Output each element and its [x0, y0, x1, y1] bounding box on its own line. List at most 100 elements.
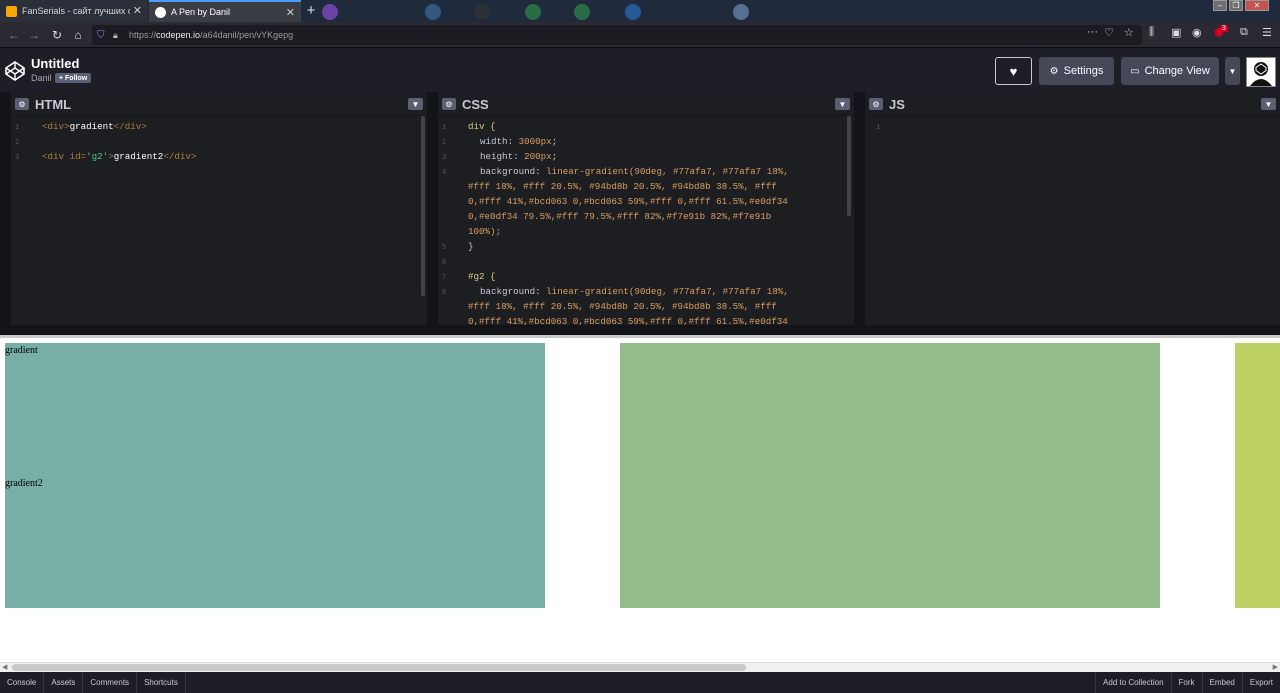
html-code-editor[interactable]: 1 2 3 <div>gradient</div> <div id='g2'>g… [11, 116, 427, 325]
back-arrow-icon[interactable]: ← [6, 27, 22, 43]
code-line: background: linear-gradient(90deg, #77af… [480, 286, 789, 297]
chevron-down-icon[interactable]: ▼ [1261, 98, 1276, 110]
shortcuts-button[interactable]: Shortcuts [137, 672, 186, 693]
line-number: 8 [442, 288, 447, 296]
change-view-button[interactable]: ▭ Change View [1121, 57, 1219, 85]
line-number: 3 [442, 153, 447, 161]
css-settings-icon[interactable]: ⚙ [442, 98, 456, 110]
scroll-right-icon[interactable]: ▶ [1273, 663, 1278, 671]
layout-icon: ▭ [1130, 65, 1140, 77]
browser-tab-codepen[interactable]: A Pen by Danil ✕ [149, 0, 301, 22]
line-number: 2 [15, 138, 20, 146]
js-editor-pane: ⚙ JS ▼ 1 [865, 92, 1280, 325]
code-line: #g2 { [468, 271, 496, 282]
line-number: 7 [442, 273, 447, 281]
embed-button[interactable]: Embed [1201, 672, 1242, 693]
code-line: width: 3000px; [480, 136, 558, 147]
chevron-down-icon[interactable]: ▼ [408, 98, 423, 110]
maximize-window-icon[interactable]: ❐ [1229, 0, 1243, 11]
codepen-footer: Console Assets Comments Shortcuts Add to… [0, 672, 1280, 693]
comments-button[interactable]: Comments [83, 672, 138, 693]
code-line: 0,#e0df34 79.5%,#fff 79.5%,#fff 82%,#f7e… [468, 211, 772, 222]
forward-arrow-icon[interactable]: → [26, 27, 42, 43]
desktop-icon [474, 4, 490, 20]
pen-title[interactable]: Untitled [31, 56, 79, 71]
code-line: div { [468, 121, 496, 132]
horizontal-scrollbar[interactable]: ◀ ▶ [0, 662, 1280, 672]
fork-button[interactable]: Fork [1170, 672, 1202, 693]
html-pane-title: HTML [35, 97, 72, 112]
add-to-collection-button[interactable]: Add to Collection [1095, 672, 1170, 693]
tab-title: FanSerials - сайт лучших сери [22, 6, 130, 16]
home-icon[interactable]: ⌂ [70, 27, 86, 43]
lock-icon[interactable]: 🔒︎ [113, 30, 125, 41]
code-line: height: 200px; [480, 151, 558, 162]
desktop-icon [525, 4, 541, 20]
editor-resize-handle[interactable] [0, 325, 1280, 335]
follow-button[interactable]: + Follow [55, 73, 92, 83]
codepen-logo-icon[interactable] [5, 61, 25, 81]
css-pane-header: ⚙ CSS ▼ [438, 92, 854, 116]
line-number: 2 [442, 138, 447, 146]
library-icon[interactable]: ⫼ [1149, 26, 1154, 39]
fanserials-favicon-icon [6, 5, 17, 17]
line-number: 5 [442, 243, 447, 251]
js-code-editor[interactable]: 1 [865, 116, 1280, 325]
settings-button[interactable]: ⚙ Settings [1039, 57, 1114, 85]
console-button[interactable]: Console [0, 672, 45, 693]
page-actions-icon[interactable]: ··· [1087, 26, 1098, 38]
code-line: <div>gradient</div> [42, 121, 147, 132]
html-pane-header: ⚙ HTML ▼ [11, 92, 427, 116]
settings-label: Settings [1063, 65, 1104, 77]
sidebar-icon[interactable]: ▣ [1171, 26, 1181, 39]
desktop-icon [625, 4, 641, 20]
line-number: 3 [15, 153, 20, 161]
code-line: 0,#fff 41%,#bcd063 0,#bcd063 59%,#fff 0,… [468, 196, 788, 207]
js-pane-title: JS [889, 97, 905, 112]
url-bar[interactable]: ⛉ 🔒︎ https://codepen.io/a64danil/pen/vYK… [92, 25, 1142, 45]
change-view-label: Change View [1144, 65, 1210, 77]
desktop-icon [425, 4, 441, 20]
love-button[interactable]: ♥ [995, 57, 1032, 85]
extensions-icon[interactable]: ⧉ [1240, 26, 1248, 39]
css-pane-title: CSS [462, 97, 489, 112]
code-line: <div id='g2'>gradient2</div> [42, 151, 197, 162]
assets-button[interactable]: Assets [44, 672, 84, 693]
scrollbar-thumb[interactable] [12, 664, 746, 671]
codepen-header: Untitled Danil + Follow ♥ ⚙ Settings ▭ C… [0, 48, 1280, 92]
close-tab-icon[interactable]: ✕ [133, 4, 142, 17]
code-line: background: linear-gradient(90deg, #77af… [480, 166, 789, 177]
browser-tab-fanserials[interactable]: FanSerials - сайт лучших сери ✕ [0, 0, 148, 22]
scroll-left-icon[interactable]: ◀ [2, 663, 7, 671]
avatar[interactable] [1246, 57, 1276, 87]
vertical-scrollbar[interactable] [847, 116, 851, 216]
close-tab-icon[interactable]: ✕ [286, 6, 295, 19]
tracking-shield-icon[interactable]: ⛉ [97, 30, 109, 41]
export-button[interactable]: Export [1241, 672, 1280, 693]
desktop-icon [733, 4, 749, 20]
pen-author[interactable]: Danil [31, 73, 52, 83]
bookmark-star-icon[interactable]: ☆ [1124, 26, 1134, 39]
account-icon[interactable]: ◉ [1192, 26, 1202, 39]
close-window-icon[interactable]: ✕ [1245, 0, 1269, 11]
new-tab-icon[interactable]: + [303, 0, 319, 20]
more-options-button[interactable]: ▼ [1225, 57, 1240, 85]
html-editor-pane: ⚙ HTML ▼ 1 2 3 <div>gradient</div> <div … [11, 92, 427, 325]
html-settings-icon[interactable]: ⚙ [15, 98, 29, 110]
gear-icon: ⚙ [1049, 65, 1059, 77]
menu-hamburger-icon[interactable]: ☰ [1262, 26, 1272, 39]
result-preview: gradient gradient2 [0, 335, 1280, 662]
css-code-editor[interactable]: 1 2 3 4 5 6 7 8 div { width: 3000px; hei… [438, 116, 854, 325]
reload-icon[interactable]: ↻ [49, 27, 65, 43]
chevron-down-icon[interactable]: ▼ [835, 98, 850, 110]
line-number: 6 [442, 258, 447, 266]
tab-title: A Pen by Danil [171, 7, 231, 17]
vertical-scrollbar[interactable] [421, 116, 425, 296]
pocket-icon[interactable]: ♡ [1104, 26, 1114, 39]
url-text: https://codepen.io/a64danil/pen/vYKgepg [129, 30, 294, 40]
minimize-window-icon[interactable]: – [1213, 0, 1227, 11]
user-avatar-icon [1250, 62, 1272, 86]
heart-icon: ♥ [1009, 63, 1018, 79]
line-number: 1 [442, 123, 447, 131]
js-settings-icon[interactable]: ⚙ [869, 98, 883, 110]
